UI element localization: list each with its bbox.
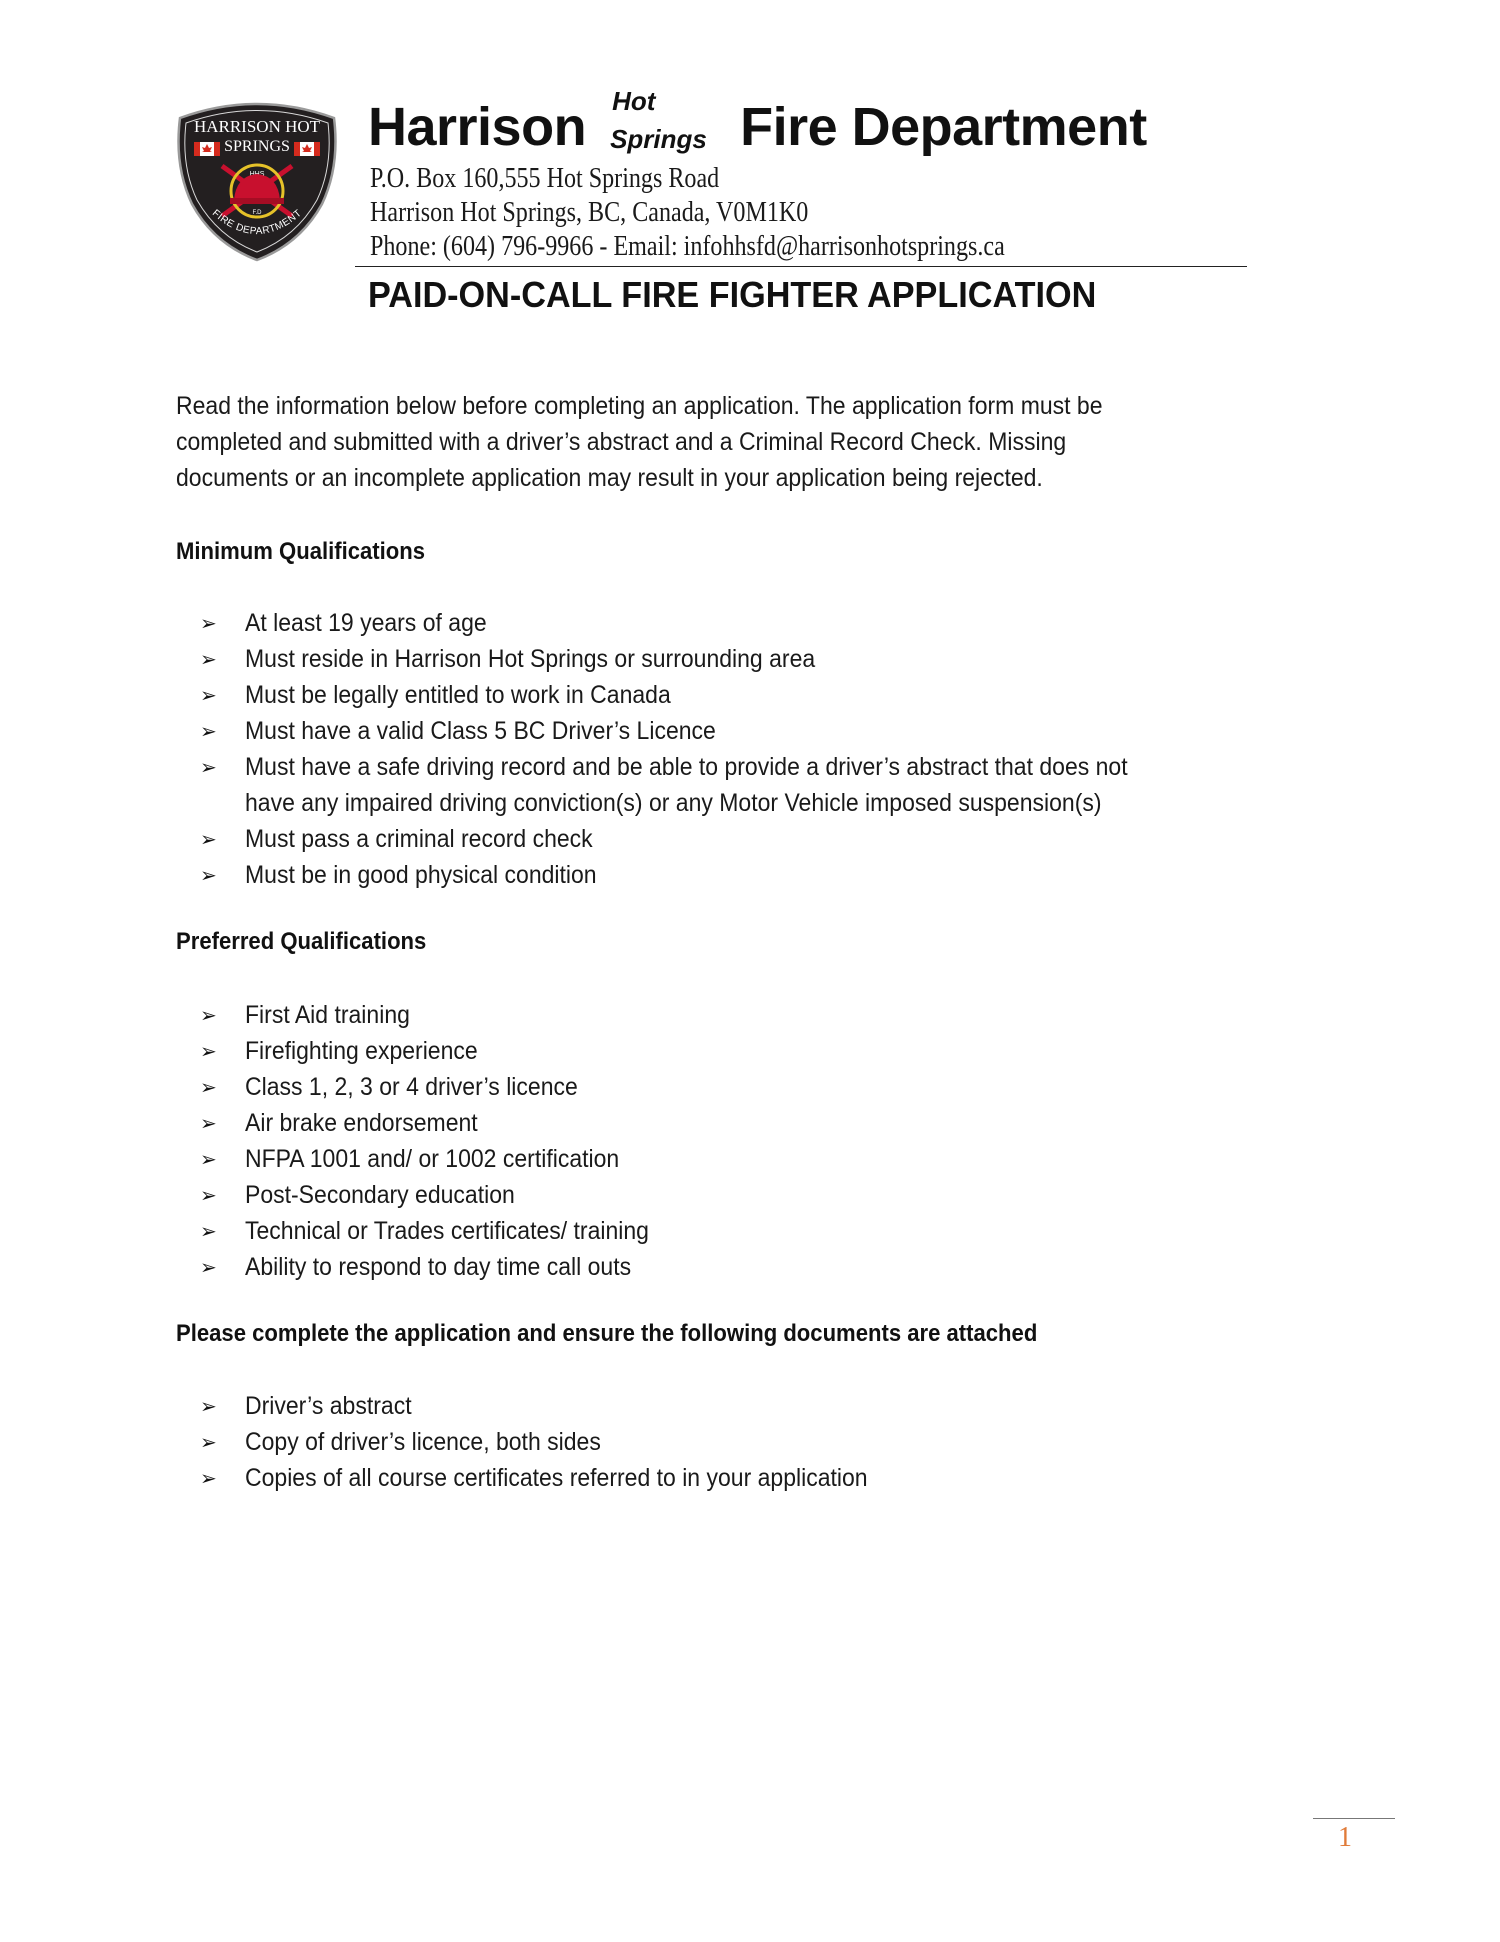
list-item: ➢ Must pass a criminal record check bbox=[200, 821, 1350, 857]
list-item-text: Technical or Trades certificates/ traini… bbox=[245, 1217, 649, 1245]
title-hot: Hot bbox=[612, 86, 656, 116]
list-item-text: NFPA 1001 and/ or 1002 certification bbox=[245, 1145, 620, 1173]
arrow-bullet-icon: ➢ bbox=[200, 863, 217, 887]
preferred-qualifications-list: ➢ First Aid training ➢ Firefighting experi… bbox=[200, 997, 1350, 1285]
arrow-bullet-icon: ➢ bbox=[200, 1430, 217, 1454]
minimum-qualifications-heading: Minimum Qualifications bbox=[176, 538, 426, 565]
arrow-bullet-icon: ➢ bbox=[200, 647, 217, 671]
intro-paragraph: Read the information below before comple… bbox=[176, 388, 1336, 496]
list-item: ➢ Firefighting experience bbox=[200, 1033, 1350, 1069]
badge-mid-text: SPRINGS bbox=[224, 138, 290, 155]
list-item: ➢ Must be in good physical condition bbox=[200, 857, 1350, 893]
fire-department-badge-icon: HARRISON HOT SPRINGS HHS F.D FIRE DEPART… bbox=[177, 102, 337, 262]
arrow-bullet-icon: ➢ bbox=[200, 1255, 217, 1279]
badge-inner-bottom-text: F.D bbox=[253, 210, 263, 216]
list-item: ➢ Technical or Trades certificates/ train… bbox=[200, 1213, 1350, 1249]
required-documents-list: ➢ Driver’s abstract ➢ Copy of driver’s lic… bbox=[200, 1388, 1350, 1496]
canada-flag-right-icon bbox=[294, 142, 320, 156]
arrow-bullet-icon: ➢ bbox=[200, 1039, 217, 1063]
arrow-bullet-icon: ➢ bbox=[200, 755, 217, 779]
list-item-text: Must be in good physical condition bbox=[245, 861, 597, 889]
list-item: ➢ Post-Secondary education bbox=[200, 1177, 1350, 1213]
list-item-text: Must reside in Harrison Hot Springs or s… bbox=[245, 645, 816, 673]
intro-line: completed and submitted with a driver’s … bbox=[176, 428, 1067, 456]
badge-top-text: HARRISON HOT bbox=[194, 117, 321, 136]
list-item-text: Copy of driver’s licence, both sides bbox=[245, 1428, 601, 1456]
contact-line: Phone: (604) 796-9966 - Email: infohhsfd… bbox=[370, 231, 1005, 262]
list-item: ➢ Ability to respond to day time call out… bbox=[200, 1249, 1350, 1285]
list-item-text: Firefighting experience bbox=[245, 1037, 478, 1065]
list-item: ➢ Must be legally entitled to work in Can… bbox=[200, 677, 1350, 713]
list-item-text: Air brake endorsement bbox=[245, 1109, 478, 1137]
required-documents-heading: Please complete the application and ensu… bbox=[176, 1320, 1038, 1347]
list-item-text: have any impaired driving conviction(s) … bbox=[245, 789, 1102, 817]
header-divider bbox=[355, 266, 1247, 267]
address-line-1: P.O. Box 160,555 Hot Springs Road bbox=[370, 163, 720, 194]
list-item-text: Ability to respond to day time call outs bbox=[245, 1253, 632, 1281]
list-item: ➢ Must have a safe driving record and be … bbox=[200, 749, 1350, 821]
list-item: ➢ Must have a valid Class 5 BC Driver’s L… bbox=[200, 713, 1350, 749]
address-line-2: Harrison Hot Springs, BC, Canada, V0M1K0 bbox=[370, 197, 809, 228]
title-harrison: Harrison bbox=[368, 97, 587, 157]
document-title: PAID-ON-CALL FIRE FIGHTER APPLICATION bbox=[368, 274, 1097, 315]
list-item-text: Post-Secondary education bbox=[245, 1181, 515, 1209]
arrow-bullet-icon: ➢ bbox=[200, 1183, 217, 1207]
page-number: 1 bbox=[1338, 1822, 1352, 1853]
list-item-text: Must have a safe driving record and be a… bbox=[245, 753, 1128, 781]
list-item: ➢ At least 19 years of age bbox=[200, 605, 1350, 641]
intro-line: Read the information below before comple… bbox=[176, 392, 1103, 420]
list-item: ➢ Must reside in Harrison Hot Springs or … bbox=[200, 641, 1350, 677]
title-springs: Springs bbox=[610, 124, 707, 154]
canada-flag-left-icon bbox=[194, 142, 220, 156]
list-item: ➢ First Aid training bbox=[200, 997, 1350, 1033]
list-item-text: At least 19 years of age bbox=[245, 609, 487, 637]
list-item-text: Driver’s abstract bbox=[245, 1392, 412, 1420]
list-item: ➢ Copies of all course certificates refer… bbox=[200, 1460, 1350, 1496]
list-item: ➢ Class 1, 2, 3 or 4 driver’s licence bbox=[200, 1069, 1350, 1105]
arrow-bullet-icon: ➢ bbox=[200, 1075, 217, 1099]
arrow-bullet-icon: ➢ bbox=[200, 1394, 217, 1418]
arrow-bullet-icon: ➢ bbox=[200, 1111, 217, 1135]
list-item-text: Must pass a criminal record check bbox=[245, 825, 593, 853]
arrow-bullet-icon: ➢ bbox=[200, 1003, 217, 1027]
preferred-qualifications-heading: Preferred Qualifications bbox=[176, 928, 427, 955]
list-item-text: Class 1, 2, 3 or 4 driver’s licence bbox=[245, 1073, 578, 1101]
list-item: ➢ Driver’s abstract bbox=[200, 1388, 1350, 1424]
title-hot-springs: Hot Springs bbox=[610, 86, 726, 162]
title-fire-department: Fire Department bbox=[740, 97, 1147, 157]
list-item-text: Must have a valid Class 5 BC Driver’s Li… bbox=[245, 717, 716, 745]
arrow-bullet-icon: ➢ bbox=[200, 1219, 217, 1243]
intro-line: documents or an incomplete application m… bbox=[176, 464, 1043, 492]
arrow-bullet-icon: ➢ bbox=[200, 683, 217, 707]
page-number-divider bbox=[1313, 1818, 1395, 1819]
list-item-text: Must be legally entitled to work in Cana… bbox=[245, 681, 671, 709]
list-item: ➢ NFPA 1001 and/ or 1002 certification bbox=[200, 1141, 1350, 1177]
list-item-text: First Aid training bbox=[245, 1001, 410, 1029]
arrow-bullet-icon: ➢ bbox=[200, 611, 217, 635]
list-item: ➢ Copy of driver’s licence, both sides bbox=[200, 1424, 1350, 1460]
minimum-qualifications-list: ➢ At least 19 years of age ➢ Must reside i… bbox=[200, 605, 1350, 893]
arrow-bullet-icon: ➢ bbox=[200, 1147, 217, 1171]
document-page: HARRISON HOT SPRINGS HHS F.D FIRE DEPART… bbox=[0, 0, 1500, 1942]
arrow-bullet-icon: ➢ bbox=[200, 827, 217, 851]
list-item-text: Copies of all course certificates referr… bbox=[245, 1464, 868, 1492]
organization-title: Harrison Hot Springs Fire Department bbox=[368, 86, 1147, 162]
list-item: ➢ Air brake endorsement bbox=[200, 1105, 1350, 1141]
arrow-bullet-icon: ➢ bbox=[200, 1466, 217, 1490]
arrow-bullet-icon: ➢ bbox=[200, 719, 217, 743]
